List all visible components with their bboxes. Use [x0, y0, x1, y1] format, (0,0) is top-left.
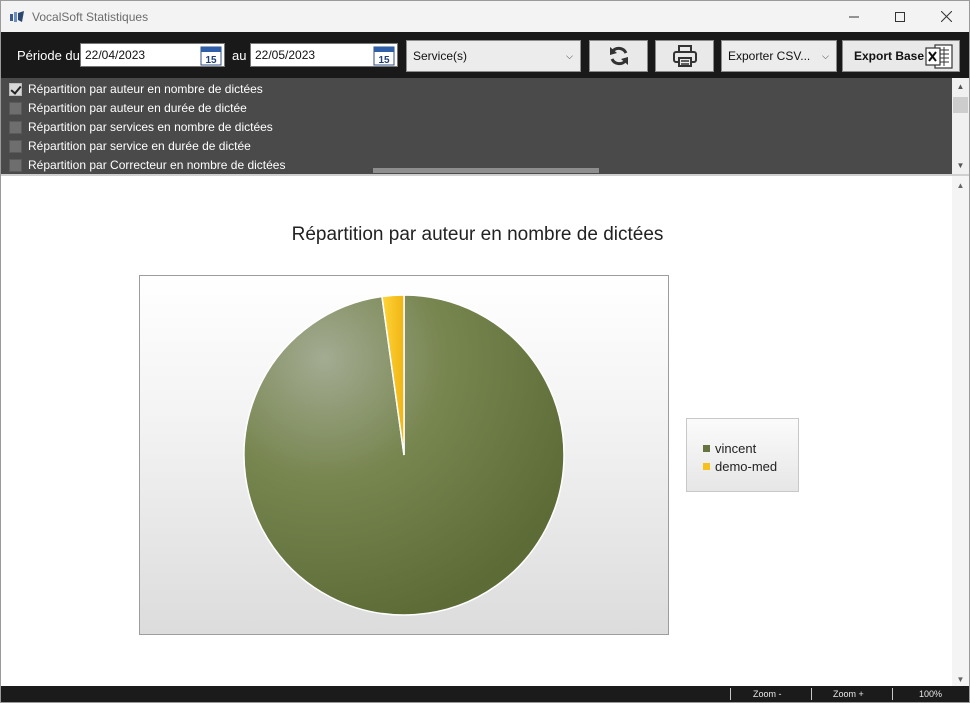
- app-window: VocalSoft Statistiques Période du 15: [0, 0, 970, 703]
- maximize-button[interactable]: [877, 1, 923, 32]
- pie-plot-frame: [139, 275, 669, 635]
- minimize-icon: [849, 16, 859, 17]
- export-csv-select-value: Exporter CSV...: [728, 49, 811, 63]
- calendar-icon: 15: [200, 46, 222, 66]
- zoom-level: 100%: [919, 689, 943, 699]
- scroll-up-icon[interactable]: ▲: [952, 78, 969, 95]
- chart-option-label: Répartition par service en durée de dict…: [28, 139, 251, 153]
- close-button[interactable]: [923, 1, 969, 32]
- excel-icon: [925, 43, 953, 70]
- export-csv-select[interactable]: Exporter CSV... ⌵: [721, 40, 837, 72]
- chevron-down-icon: ⌵: [566, 51, 573, 61]
- minimize-button[interactable]: [831, 1, 877, 32]
- title-bar: VocalSoft Statistiques: [1, 1, 969, 32]
- export-base-label: Export Base: [854, 49, 925, 63]
- zoom-in-button[interactable]: Zoom +: [833, 689, 864, 699]
- maximize-icon: [895, 11, 905, 22]
- printer-icon: [672, 45, 697, 67]
- service-select[interactable]: Service(s) ⌵: [406, 40, 581, 72]
- date-from-input[interactable]: [81, 44, 201, 66]
- chart-area: Répartition par auteur en nombre de dict…: [1, 174, 969, 686]
- main-vertical-scrollbar[interactable]: ▲ ▼: [952, 176, 969, 686]
- chart-option-label: Répartition par auteur en durée de dicté…: [28, 101, 247, 115]
- legend-label: demo-med: [715, 459, 778, 474]
- legend-label: vincent: [715, 441, 757, 456]
- calendar-icon: 15: [373, 46, 395, 66]
- legend-swatch: [703, 463, 710, 470]
- close-icon: [940, 11, 952, 22]
- date-from-calendar-button[interactable]: 15: [200, 45, 222, 66]
- chevron-down-icon: ⌵: [822, 51, 829, 61]
- zoom-out-button[interactable]: Zoom -: [753, 689, 782, 699]
- chart-title: Répartition par auteur en nombre de dict…: [291, 224, 664, 245]
- legend-swatch: [703, 445, 710, 452]
- checkbox[interactable]: [9, 101, 22, 115]
- chart-option-label: Répartition par Correcteur en nombre de …: [28, 158, 286, 172]
- status-bar: Zoom - Zoom + 100%: [1, 686, 969, 702]
- service-select-value: Service(s): [413, 49, 468, 63]
- checkbox[interactable]: [9, 158, 22, 172]
- date-to-field[interactable]: 15: [250, 43, 398, 67]
- export-base-button[interactable]: Export Base: [842, 40, 960, 72]
- legend-item: demo-med: [703, 459, 777, 474]
- calendar-day-label: 15: [378, 55, 390, 66]
- checkbox-checked[interactable]: [9, 82, 22, 96]
- status-separator: [892, 688, 893, 700]
- legend-item: vincent: [703, 441, 756, 456]
- toolbar: Période du 15 au 15: [1, 32, 969, 78]
- app-logo-icon: [9, 9, 25, 25]
- checkbox[interactable]: [9, 120, 22, 134]
- print-button[interactable]: [655, 40, 714, 72]
- checkbox[interactable]: [9, 139, 22, 153]
- checklist-vertical-scrollbar[interactable]: ▲ ▼: [952, 78, 969, 174]
- scroll-down-icon[interactable]: ▼: [952, 672, 969, 686]
- chart-option-corrector-count[interactable]: Répartition par Correcteur en nombre de …: [9, 157, 285, 173]
- refresh-icon: [609, 46, 628, 66]
- chart-selection-list: Répartition par auteur en nombre de dict…: [1, 78, 969, 174]
- chart-option-service-duration[interactable]: Répartition par service en durée de dict…: [9, 138, 251, 154]
- refresh-button[interactable]: [589, 40, 648, 72]
- pie-chart: [243, 294, 565, 616]
- chart-option-author-duration[interactable]: Répartition par auteur en durée de dicté…: [9, 100, 247, 116]
- status-separator: [730, 688, 731, 700]
- chart-option-services-count[interactable]: Répartition par services en nombre de di…: [9, 119, 273, 135]
- scrollbar-thumb[interactable]: [953, 97, 968, 113]
- horizontal-scrollbar-thumb[interactable]: [373, 168, 599, 173]
- chart-legend: vincent demo-med: [686, 418, 799, 492]
- to-label: au: [232, 48, 247, 63]
- scroll-down-icon[interactable]: ▼: [952, 157, 969, 174]
- scroll-up-icon[interactable]: ▲: [952, 178, 969, 192]
- date-to-calendar-button[interactable]: 15: [373, 45, 395, 66]
- chart-option-label: Répartition par services en nombre de di…: [28, 120, 273, 134]
- chart-option-author-count[interactable]: Répartition par auteur en nombre de dict…: [9, 81, 263, 97]
- date-from-field[interactable]: 15: [80, 43, 225, 67]
- status-separator: [811, 688, 812, 700]
- chart-option-label: Répartition par auteur en nombre de dict…: [28, 82, 263, 96]
- period-label: Période du: [17, 48, 80, 63]
- window-title: VocalSoft Statistiques: [32, 9, 149, 24]
- calendar-day-label: 15: [205, 55, 217, 66]
- date-to-input[interactable]: [251, 44, 371, 66]
